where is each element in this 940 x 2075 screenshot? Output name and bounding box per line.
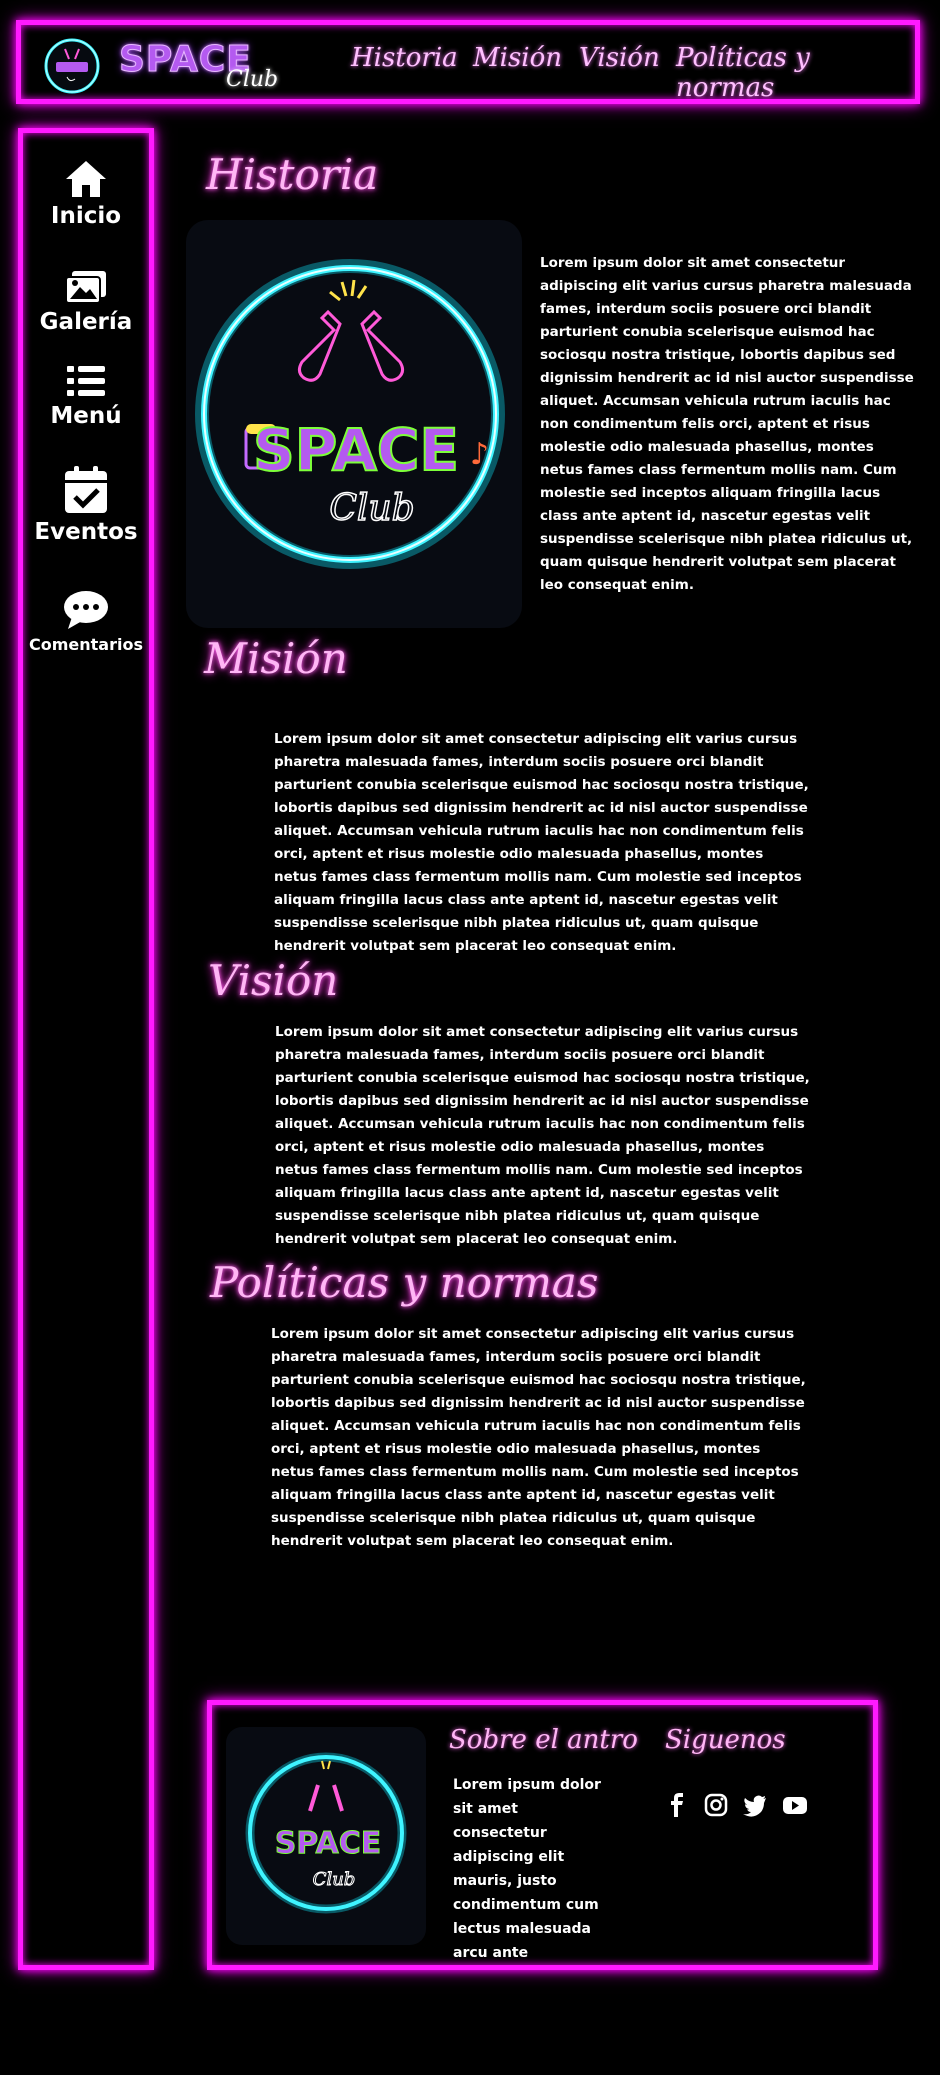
site-logo[interactable]: [43, 37, 101, 95]
youtube-icon[interactable]: [782, 1793, 808, 1817]
section-title-historia: Historia: [206, 150, 379, 199]
sidebar-label: Menú: [50, 403, 122, 429]
svg-text:SPACE: SPACE: [253, 416, 459, 484]
nav-historia[interactable]: Historia: [351, 43, 458, 73]
section-text-historia: Lorem ipsum dolor sit amet consectetur a…: [540, 255, 914, 593]
section-text-vision: Lorem ipsum dolor sit amet consectetur a…: [275, 1024, 810, 1247]
section-title-vision: Visión: [208, 956, 339, 1005]
comments-icon: [64, 591, 108, 629]
sidebar-item-galeria[interactable]: Galería: [23, 269, 149, 335]
facebook-icon[interactable]: [665, 1793, 689, 1817]
calendar-check-icon: [65, 466, 107, 513]
svg-text:Club: Club: [313, 1869, 356, 1890]
footer: SPACE Club Sobre el antro Lorem ipsum do…: [207, 1700, 878, 1970]
nav-vision[interactable]: Visión: [579, 43, 660, 73]
footer-follow-title: Siguenos: [665, 1725, 786, 1755]
section-title-mision: Misión: [204, 634, 348, 683]
list-icon: [67, 366, 105, 396]
instagram-icon[interactable]: [704, 1793, 728, 1817]
header-bar: SPACE Club Historia Misión Visión Políti…: [16, 20, 920, 104]
section-text-politicas: Lorem ipsum dolor sit amet consectetur a…: [271, 1326, 806, 1549]
footer-about-title: Sobre el antro: [449, 1725, 638, 1755]
images-icon: [65, 271, 106, 304]
section-text-mision: Lorem ipsum dolor sit amet consectetur a…: [274, 731, 809, 954]
club-logo-image: SPACE ♪ Club: [186, 220, 522, 628]
nav-politicas[interactable]: Políticas y normas: [676, 43, 915, 103]
sidebar-label: Galería: [39, 309, 133, 335]
section-title-politicas: Políticas y normas: [210, 1258, 599, 1307]
footer-logo-image: SPACE Club: [226, 1727, 426, 1945]
sidebar-label: Eventos: [34, 519, 138, 545]
sidebar: Inicio Galería Menú Eventos Comentarios: [18, 128, 154, 1970]
sidebar-item-inicio[interactable]: Inicio: [23, 159, 149, 229]
svg-text:♪: ♪: [470, 437, 489, 472]
sidebar-item-comentarios[interactable]: Comentarios: [23, 589, 149, 654]
sidebar-label: Comentarios: [29, 635, 143, 654]
sidebar-item-eventos[interactable]: Eventos: [23, 465, 149, 545]
footer-about-text: Lorem ipsum dolor sit amet consectetur a…: [453, 1777, 601, 1961]
svg-text:SPACE: SPACE: [275, 1826, 382, 1861]
nav-mision[interactable]: Misión: [473, 43, 562, 73]
svg-text:Club: Club: [329, 488, 414, 529]
sidebar-item-menu[interactable]: Menú: [23, 363, 149, 429]
twitter-icon[interactable]: [743, 1793, 767, 1817]
home-icon: [66, 161, 106, 197]
brand-script: Club: [226, 67, 279, 92]
sidebar-label: Inicio: [50, 203, 122, 229]
